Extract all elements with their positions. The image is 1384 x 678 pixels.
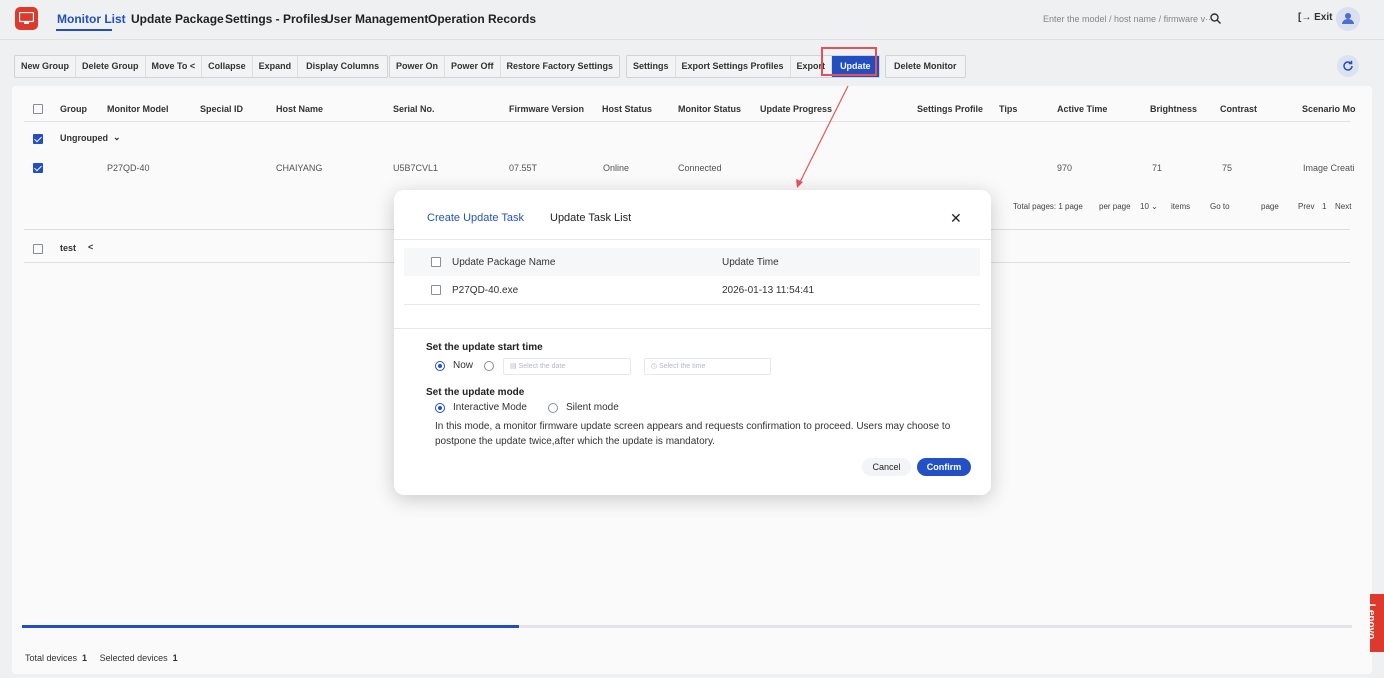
time-picker[interactable]: ◷ Select the time bbox=[644, 358, 771, 375]
divider bbox=[394, 239, 991, 240]
now-label: Now bbox=[453, 360, 474, 371]
silent-mode-label: Silent mode bbox=[566, 402, 619, 413]
update-mode-label: Set the update mode bbox=[426, 387, 525, 398]
select-all-packages-checkbox[interactable] bbox=[431, 257, 441, 267]
mode-description: In this mode, a monitor firmware update … bbox=[435, 421, 951, 447]
now-radio[interactable] bbox=[435, 361, 445, 371]
calendar-icon: ▤ bbox=[510, 363, 519, 370]
start-time-label: Set the update start time bbox=[426, 342, 543, 353]
tab-create-update-task[interactable]: Create Update Task bbox=[427, 212, 524, 224]
interactive-mode-radio[interactable] bbox=[435, 403, 445, 413]
date-picker[interactable]: ▤ Select the date bbox=[503, 358, 631, 375]
cancel-button[interactable]: Cancel bbox=[862, 458, 911, 476]
confirm-button[interactable]: Confirm bbox=[917, 458, 971, 476]
create-update-task-dialog: Create Update Task Update Task List ✕ Up… bbox=[394, 190, 991, 495]
scheduled-radio[interactable] bbox=[484, 361, 494, 371]
package-checkbox[interactable] bbox=[431, 285, 441, 295]
close-icon[interactable]: ✕ bbox=[950, 210, 962, 227]
column-update-time: Update Time bbox=[722, 257, 779, 268]
clock-icon: ◷ bbox=[651, 363, 660, 370]
interactive-mode-label: Interactive Mode bbox=[453, 402, 527, 413]
package-row[interactable]: P27QD-40.exe 2026-01-13 11:54:41 bbox=[404, 276, 980, 305]
tab-update-task-list[interactable]: Update Task List bbox=[550, 212, 631, 224]
package-name: P27QD-40.exe bbox=[452, 285, 519, 296]
package-table-header: Update Package Name Update Time bbox=[404, 248, 980, 276]
time-placeholder: Select the time bbox=[659, 363, 706, 370]
column-update-package-name: Update Package Name bbox=[452, 257, 556, 268]
silent-mode-radio[interactable] bbox=[548, 403, 558, 413]
package-update-time: 2026-01-13 11:54:41 bbox=[722, 285, 815, 296]
date-placeholder: Select the date bbox=[518, 363, 566, 370]
divider bbox=[394, 328, 991, 329]
